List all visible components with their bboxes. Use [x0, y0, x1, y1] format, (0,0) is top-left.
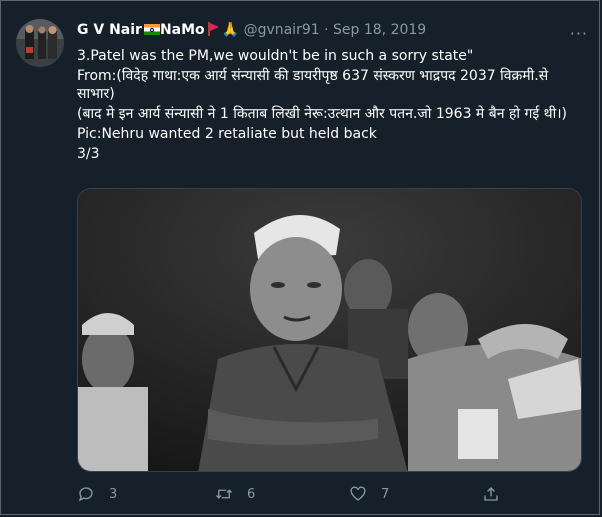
like-count: 7	[381, 486, 390, 502]
tweet-header: G V Nair NaMo 🙏 @gvnair91 · Sep 18, 2019	[77, 22, 586, 44]
folded-hands-emoji: 🙏	[221, 22, 240, 38]
handle[interactable]: @gvnair91	[244, 22, 320, 38]
red-flag-icon	[207, 22, 219, 36]
retweet-count: 6	[247, 486, 256, 502]
tweet-line: Pic:Nehru wanted 2 retaliate but held ba…	[77, 126, 377, 142]
like-button[interactable]: 7	[349, 485, 389, 503]
tweet-line: From:(विदेह गाथा:एक आर्य संन्यासी की डाय…	[77, 68, 549, 102]
reply-button[interactable]: 3	[77, 485, 117, 503]
tweet-actions: 3 6 7	[77, 485, 527, 507]
share-icon	[484, 487, 498, 501]
reply-count: 3	[109, 486, 118, 502]
retweet-button[interactable]: 6	[215, 485, 255, 503]
photo-image	[78, 189, 581, 471]
tweet-text: 3.Patel was the PM,we wouldn't be in suc…	[77, 47, 587, 165]
share-button[interactable]	[482, 485, 500, 503]
avatar[interactable]	[16, 19, 64, 67]
separator: ·	[324, 22, 329, 38]
tweet-line: (बाद मे इन आर्य संन्यासी ने 1 किताब लिखी…	[77, 106, 568, 122]
tweet-date[interactable]: Sep 18, 2019	[333, 22, 426, 38]
more-icon[interactable]: ···	[570, 24, 588, 43]
tweet-photo[interactable]	[77, 188, 582, 472]
display-name-suffix[interactable]: NaMo	[160, 22, 205, 38]
display-name[interactable]: G V Nair	[77, 22, 142, 38]
like-icon	[350, 486, 366, 501]
avatar-image	[16, 19, 64, 67]
tweet-line: 3/3	[77, 146, 100, 162]
india-flag-icon	[143, 24, 160, 35]
tweet-line: 3.Patel was the PM,we wouldn't be in suc…	[77, 48, 474, 64]
reply-icon	[78, 487, 93, 502]
retweet-icon	[216, 489, 232, 499]
